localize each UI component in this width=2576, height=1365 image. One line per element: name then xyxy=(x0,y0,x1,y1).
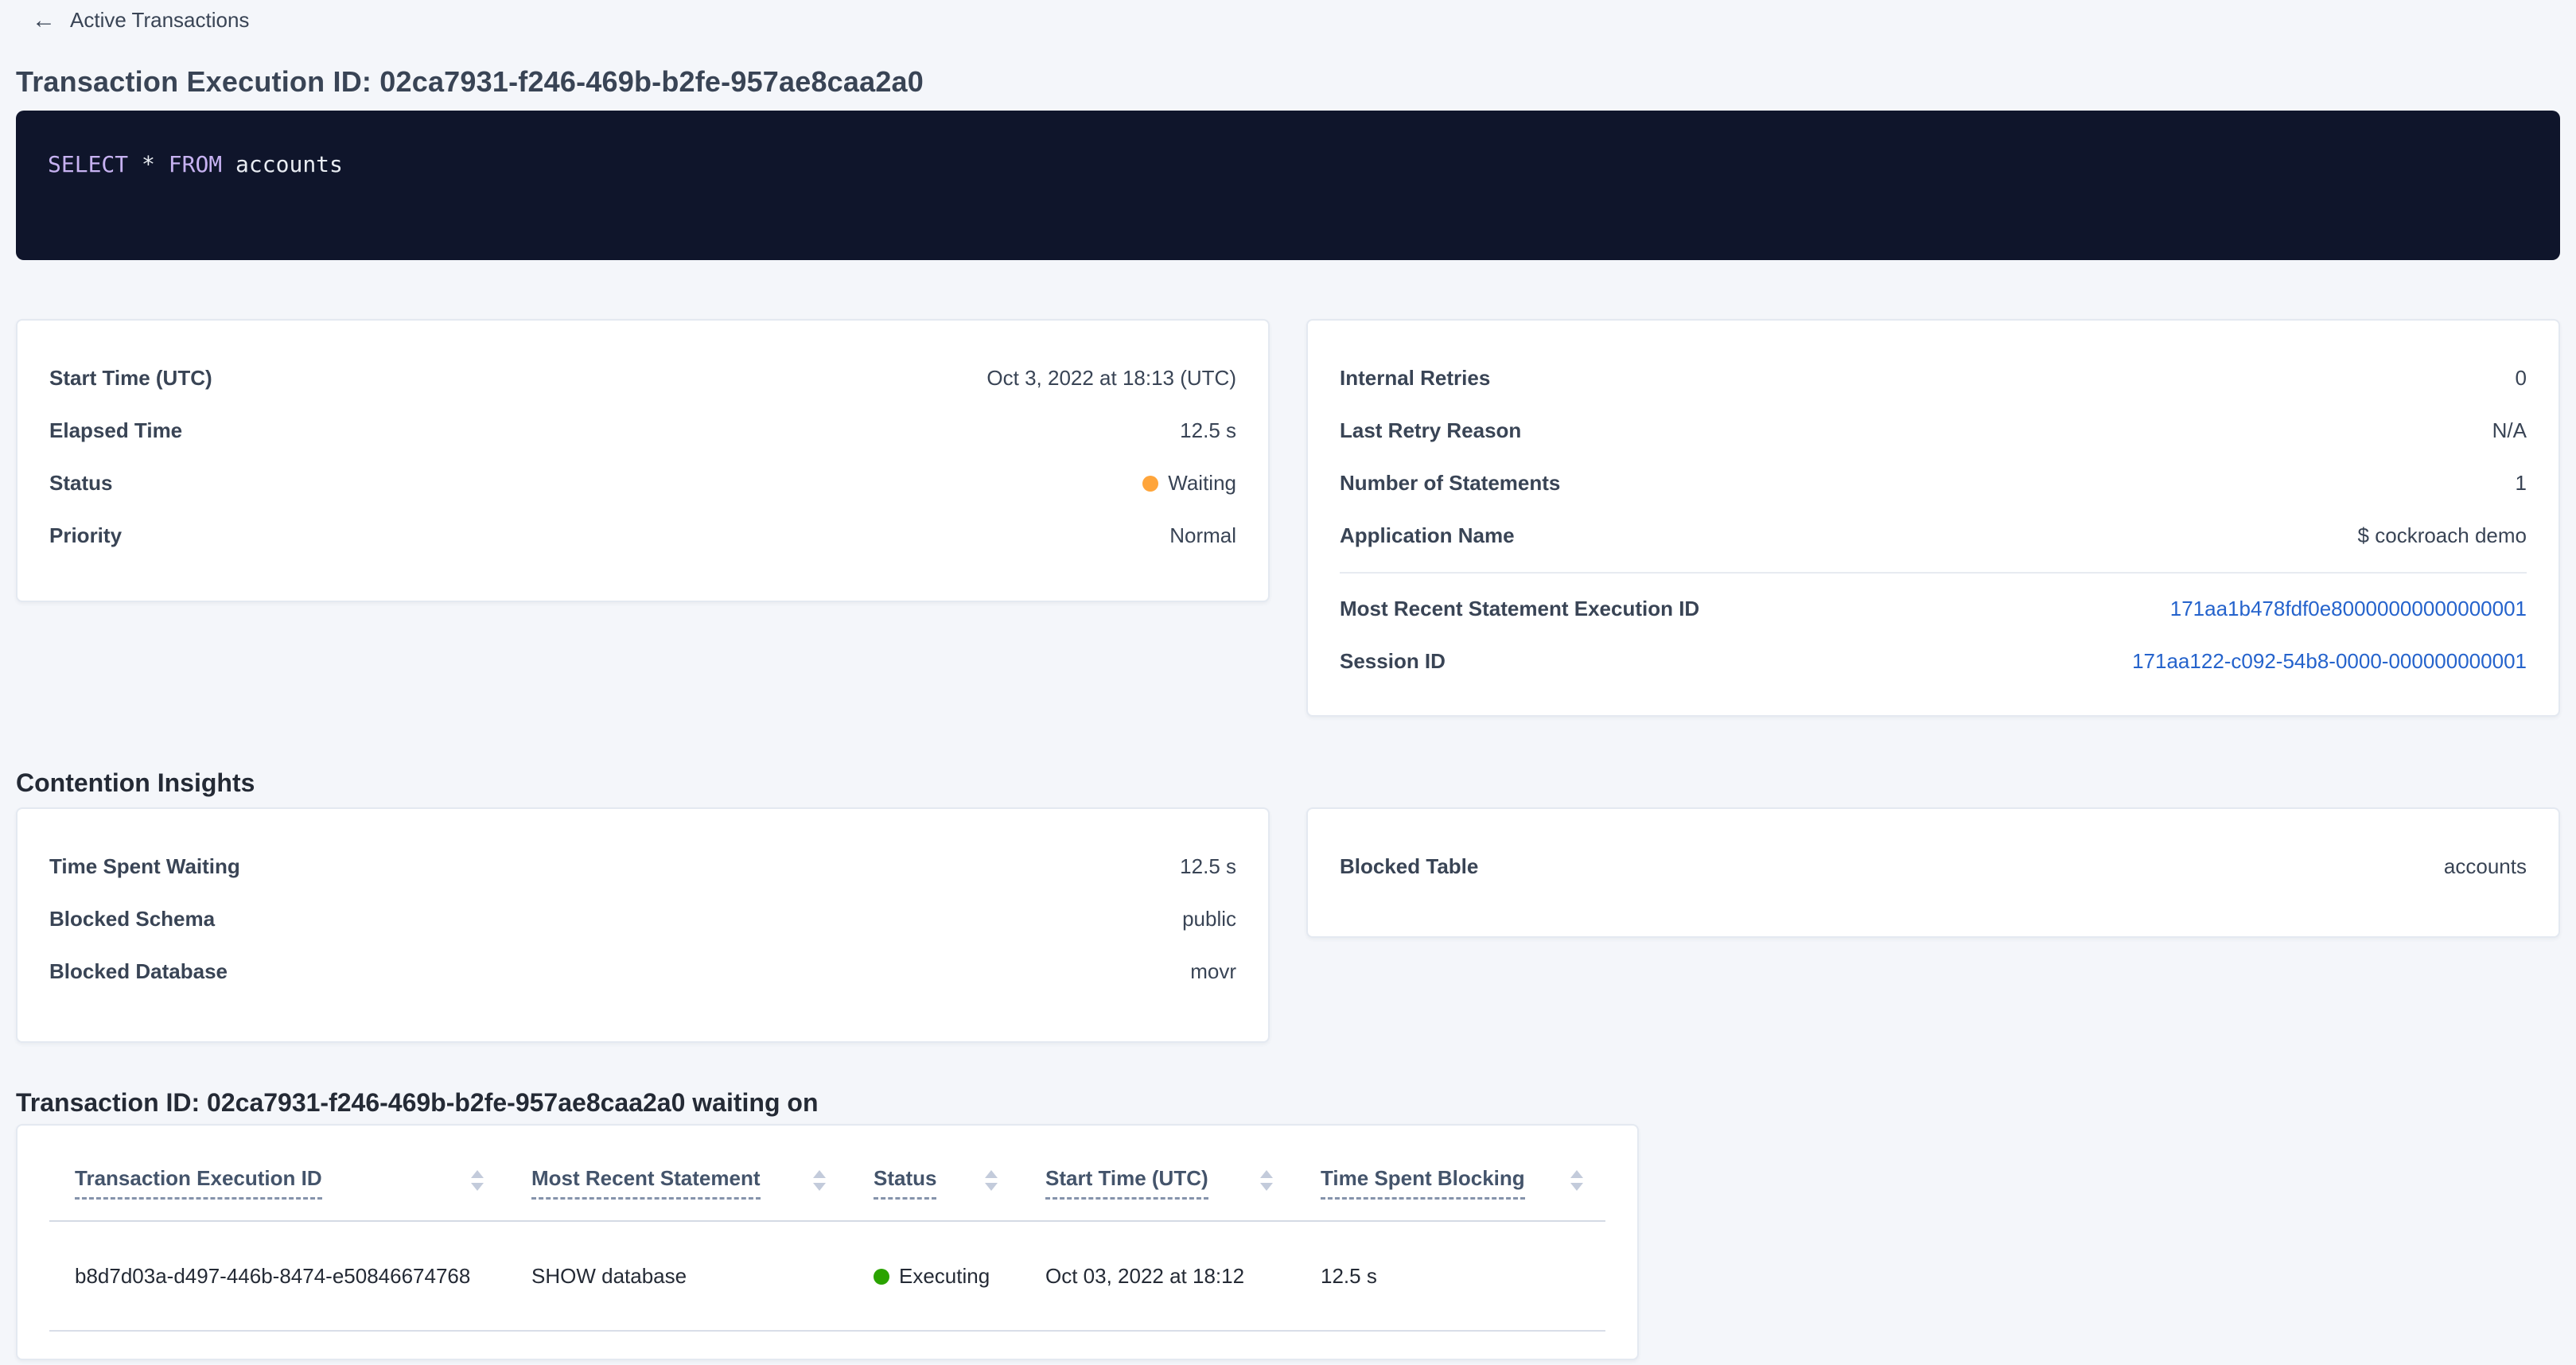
transaction-execution-id-header-label: Transaction Execution ID xyxy=(75,1165,322,1200)
blocked-database-value: movr xyxy=(1190,955,1236,987)
time-spent-waiting-value: 12.5 s xyxy=(1180,850,1236,882)
executing-status-dot-icon xyxy=(874,1269,889,1285)
table-row: b8d7d03a-d497-446b-8474-e50846674768 SHO… xyxy=(49,1221,1605,1331)
number-of-statements-label: Number of Statements xyxy=(1340,467,1560,499)
column-header-start-time[interactable]: Start Time (UTC) xyxy=(1020,1126,1295,1221)
sql-statement-box: SELECT * FROM accounts xyxy=(16,111,2560,260)
statement-execution-id-link[interactable]: 171aa1b478fdf0e80000000000000001 xyxy=(2170,593,2527,624)
internal-retries-row: Internal Retries 0 xyxy=(1340,362,2527,394)
column-header-time-spent-blocking[interactable]: Time Spent Blocking xyxy=(1295,1126,1605,1221)
sort-arrows-icon xyxy=(813,1170,826,1191)
start-time-row: Start Time (UTC) Oct 3, 2022 at 18:13 (U… xyxy=(49,362,1236,394)
table-header-row: Transaction Execution ID Most Recent Sta… xyxy=(49,1126,1605,1221)
priority-row: Priority Normal xyxy=(49,519,1236,551)
waiting-status-dot-icon xyxy=(1142,476,1158,492)
blocked-table-row: Blocked Table accounts xyxy=(1340,850,2527,882)
status-row: Status Waiting xyxy=(49,467,1236,499)
waiting-on-table: Transaction Execution ID Most Recent Sta… xyxy=(49,1126,1605,1332)
application-name-row: Application Name $ cockroach demo xyxy=(1340,519,2527,551)
most-recent-statement-header-label: Most Recent Statement xyxy=(531,1165,761,1200)
sort-arrows-icon xyxy=(1260,1170,1273,1191)
sql-text: * xyxy=(128,151,169,177)
sort-arrows-icon xyxy=(471,1170,484,1191)
sql-keyword: FROM xyxy=(169,151,222,177)
page-title: Transaction Execution ID: 02ca7931-f246-… xyxy=(16,64,2560,99)
page-content: ← Active Transactions Transaction Execut… xyxy=(0,0,2576,1360)
column-header-status[interactable]: Status xyxy=(848,1126,1020,1221)
card-divider xyxy=(1340,572,2527,574)
internal-retries-value: 0 xyxy=(2516,362,2527,394)
last-retry-reason-value: N/A xyxy=(2492,414,2527,446)
blocked-table-value: accounts xyxy=(2444,850,2527,882)
application-name-value: $ cockroach demo xyxy=(2358,519,2527,551)
status-label: Status xyxy=(49,467,112,499)
back-to-active-transactions-link[interactable]: ← Active Transactions xyxy=(32,8,249,33)
cell-transaction-execution-id: b8d7d03a-d497-446b-8474-e50846674768 xyxy=(49,1221,506,1331)
session-id-row: Session ID 171aa122-c092-54b8-0000-00000… xyxy=(1340,645,2527,677)
time-spent-waiting-row: Time Spent Waiting 12.5 s xyxy=(49,850,1236,882)
cell-status: Executing xyxy=(848,1221,1020,1331)
session-id-label: Session ID xyxy=(1340,645,1446,677)
sql-keyword: SELECT xyxy=(48,151,128,177)
elapsed-time-label: Elapsed Time xyxy=(49,414,182,446)
transaction-details-page: ← Active Transactions Transaction Execut… xyxy=(0,0,2576,1365)
status-header-label: Status xyxy=(874,1165,936,1200)
number-of-statements-value: 1 xyxy=(2516,467,2527,499)
last-retry-reason-row: Last Retry Reason N/A xyxy=(1340,414,2527,446)
start-time-header-label: Start Time (UTC) xyxy=(1045,1165,1208,1200)
application-name-label: Application Name xyxy=(1340,519,1515,551)
transaction-details-card: Internal Retries 0 Last Retry Reason N/A… xyxy=(1306,319,2560,717)
sort-arrows-icon xyxy=(1570,1170,1583,1191)
start-time-label: Start Time (UTC) xyxy=(49,362,212,394)
blocked-schema-label: Blocked Schema xyxy=(49,903,215,935)
statement-execution-id-label: Most Recent Statement Execution ID xyxy=(1340,593,1699,624)
summary-cards-row: Start Time (UTC) Oct 3, 2022 at 18:13 (U… xyxy=(16,319,2560,717)
time-spent-blocking-header-label: Time Spent Blocking xyxy=(1321,1165,1525,1200)
sort-arrows-icon xyxy=(985,1170,998,1191)
blocked-database-row: Blocked Database movr xyxy=(49,955,1236,987)
time-spent-waiting-label: Time Spent Waiting xyxy=(49,850,240,882)
priority-value: Normal xyxy=(1169,519,1236,551)
cell-time-spent-blocking: 12.5 s xyxy=(1295,1221,1605,1331)
blocked-table-label: Blocked Table xyxy=(1340,850,1478,882)
blocked-schema-row: Blocked Schema public xyxy=(49,903,1236,935)
last-retry-reason-label: Last Retry Reason xyxy=(1340,414,1521,446)
waiting-on-heading: Transaction ID: 02ca7931-f246-469b-b2fe-… xyxy=(16,1087,2560,1118)
sql-text: accounts xyxy=(222,151,343,177)
internal-retries-label: Internal Retries xyxy=(1340,362,1490,394)
number-of-statements-row: Number of Statements 1 xyxy=(1340,467,2527,499)
priority-label: Priority xyxy=(49,519,122,551)
statement-execution-id-row: Most Recent Statement Execution ID 171aa… xyxy=(1340,593,2527,624)
contention-cards-row: Time Spent Waiting 12.5 s Blocked Schema… xyxy=(16,807,2560,1043)
column-header-most-recent-statement[interactable]: Most Recent Statement xyxy=(506,1126,848,1221)
cell-most-recent-statement: SHOW database xyxy=(506,1221,848,1331)
cell-start-time: Oct 03, 2022 at 18:12 xyxy=(1020,1221,1295,1331)
blocked-table-card: Blocked Table accounts xyxy=(1306,807,2560,938)
start-time-value: Oct 3, 2022 at 18:13 (UTC) xyxy=(986,362,1236,394)
transaction-overview-card: Start Time (UTC) Oct 3, 2022 at 18:13 (U… xyxy=(16,319,1270,602)
back-link-label: Active Transactions xyxy=(70,8,249,33)
back-arrow-icon: ← xyxy=(32,10,56,32)
waiting-on-table-card: Transaction Execution ID Most Recent Sta… xyxy=(16,1124,1639,1360)
status-value: Waiting xyxy=(1142,467,1236,499)
contention-waiting-card: Time Spent Waiting 12.5 s Blocked Schema… xyxy=(16,807,1270,1043)
blocked-database-label: Blocked Database xyxy=(49,955,228,987)
blocked-schema-value: public xyxy=(1182,903,1236,935)
elapsed-time-value: 12.5 s xyxy=(1180,414,1236,446)
elapsed-time-row: Elapsed Time 12.5 s xyxy=(49,414,1236,446)
contention-insights-heading: Contention Insights xyxy=(16,768,2560,798)
session-id-link[interactable]: 171aa122-c092-54b8-0000-000000000001 xyxy=(2132,645,2527,677)
column-header-transaction-execution-id[interactable]: Transaction Execution ID xyxy=(49,1126,506,1221)
